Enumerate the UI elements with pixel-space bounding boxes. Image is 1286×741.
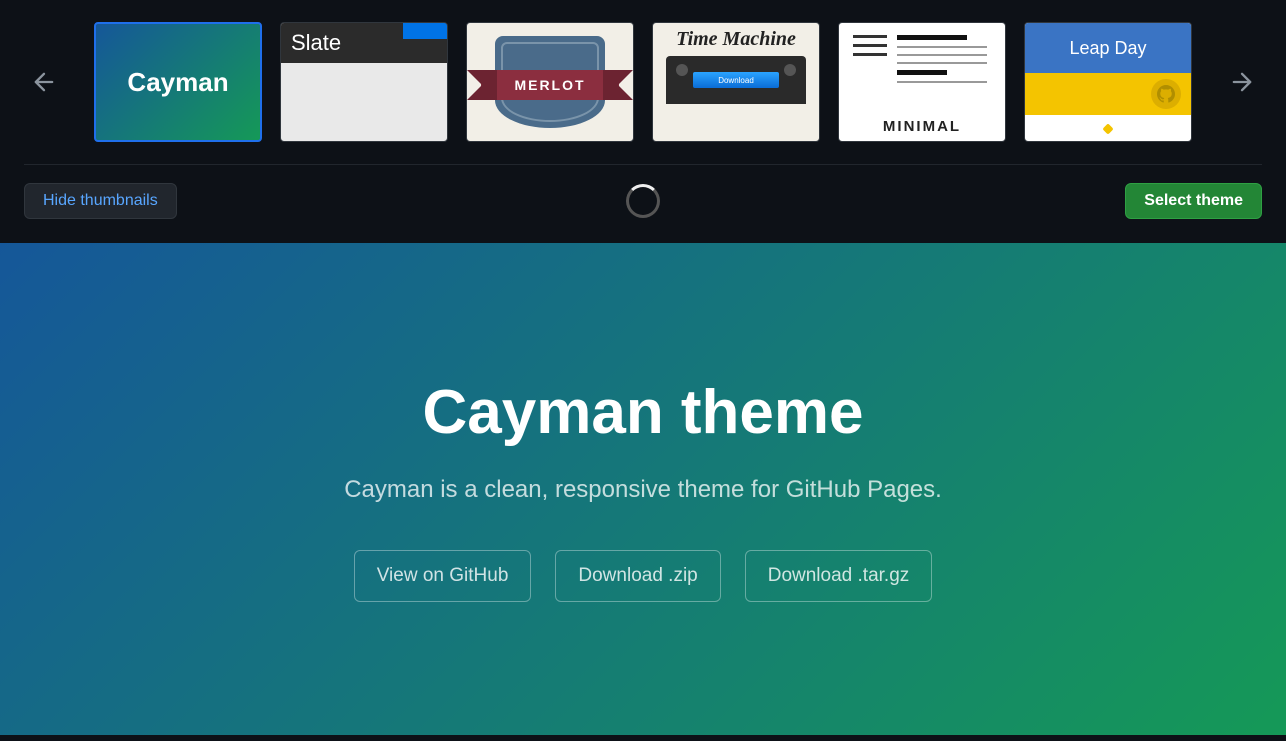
- theme-thumb-label: Leap Day: [1025, 23, 1191, 73]
- diamond-icon: [1102, 123, 1113, 134]
- next-theme-button[interactable]: [1222, 62, 1262, 102]
- thumbnail-row: Cayman Slate MERLOT Time Machine Down: [24, 0, 1262, 165]
- slate-accent: [403, 23, 447, 39]
- hide-thumbnails-button[interactable]: Hide thumbnails: [24, 183, 177, 219]
- thumbnails: Cayman Slate MERLOT Time Machine Down: [82, 22, 1204, 142]
- theme-thumb-leapday[interactable]: Leap Day: [1024, 22, 1192, 142]
- prev-theme-button[interactable]: [24, 62, 64, 102]
- theme-thumb-cayman[interactable]: Cayman: [94, 22, 262, 142]
- theme-thumb-label: MERLOT: [514, 77, 585, 93]
- merlot-ribbon: MERLOT: [481, 70, 619, 100]
- theme-thumb-label: MINIMAL: [839, 118, 1005, 135]
- download-targz-button[interactable]: Download .tar.gz: [745, 550, 933, 602]
- timemachine-download-label: Download: [693, 72, 779, 88]
- leapday-band: [1025, 73, 1191, 115]
- theme-thumb-slate[interactable]: Slate: [280, 22, 448, 142]
- preview-buttons: View on GitHub Download .zip Download .t…: [354, 550, 933, 602]
- minimal-lines-icon: [897, 35, 991, 129]
- merlot-shield-icon: MERLOT: [495, 36, 605, 128]
- theme-thumb-label: Cayman: [127, 67, 228, 98]
- theme-thumb-minimal[interactable]: MINIMAL: [838, 22, 1006, 142]
- preview-subtitle: Cayman is a clean, responsive theme for …: [344, 476, 942, 504]
- theme-thumb-timemachine[interactable]: Time Machine Download: [652, 22, 820, 142]
- theme-thumb-label: Slate: [291, 30, 341, 56]
- arrow-right-icon: [1228, 68, 1256, 96]
- toolbar: Hide thumbnails Select theme: [24, 165, 1262, 243]
- arrow-left-icon: [30, 68, 58, 96]
- slate-header: Slate: [281, 23, 447, 63]
- theme-preview: Cayman theme Cayman is a clean, responsi…: [0, 243, 1286, 735]
- theme-thumb-label: Time Machine: [676, 29, 796, 50]
- github-mark-icon: [1151, 79, 1181, 109]
- theme-thumb-merlot[interactable]: MERLOT: [466, 22, 634, 142]
- download-zip-button[interactable]: Download .zip: [555, 550, 720, 602]
- preview-title: Cayman theme: [422, 377, 863, 448]
- leapday-foot: [1025, 115, 1191, 141]
- loading-spinner-icon: [626, 184, 660, 218]
- view-on-github-button[interactable]: View on GitHub: [354, 550, 532, 602]
- timemachine-deck-icon: Download: [666, 56, 806, 104]
- minimal-lines-icon: [853, 35, 887, 129]
- select-theme-button[interactable]: Select theme: [1125, 183, 1262, 219]
- theme-chooser: Cayman Slate MERLOT Time Machine Down: [0, 0, 1286, 243]
